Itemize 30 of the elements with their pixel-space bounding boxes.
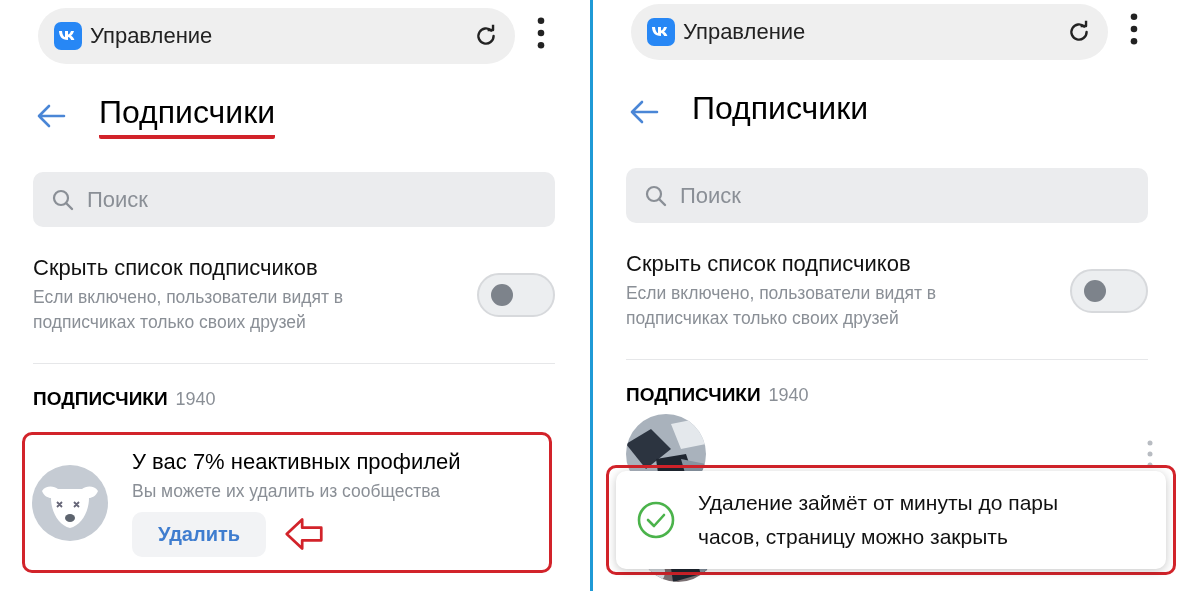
section-label: ПОДПИСЧИКИ	[626, 384, 761, 406]
address-bar[interactable]: Управление	[38, 7, 515, 64]
address-bar[interactable]: Управление	[631, 3, 1108, 60]
setting-title: Скрыть список подписчиков	[626, 251, 912, 277]
search-icon	[51, 187, 75, 212]
back-arrow-icon[interactable]	[629, 100, 659, 124]
setting-description: Если включено, пользователи видят в подписчиках только своих друзей	[626, 282, 938, 330]
subscriber-count: 1940	[175, 389, 216, 410]
banner-title: У вас 7% неактивных профилей	[132, 448, 461, 475]
vk-logo-icon	[647, 17, 675, 46]
delete-button[interactable]: Удалить	[132, 511, 266, 557]
subscriber-count: 1940	[768, 385, 809, 406]
vk-logo-icon	[54, 21, 82, 50]
page-title: Подписчики	[99, 93, 276, 139]
section-label: ПОДПИСЧИКИ	[33, 388, 168, 410]
banner-subtitle: Вы можете их удалить из сообщества	[132, 480, 442, 502]
page-title: Подписчики	[692, 89, 869, 128]
more-icon[interactable]	[1130, 13, 1138, 45]
toggle-switch[interactable]	[1070, 269, 1148, 313]
toggle-switch[interactable]	[477, 273, 555, 317]
dog-avatar-icon	[32, 464, 108, 541]
setting-description: Если включено, пользователи видят в подписчиках только своих друзей	[33, 286, 345, 334]
app-title: Управление	[90, 22, 214, 49]
check-circle-icon	[636, 500, 676, 540]
app-title: Управление	[683, 18, 807, 45]
more-icon[interactable]	[537, 17, 545, 49]
setting-title: Скрыть список подписчиков	[33, 255, 319, 281]
toast-message: Удаление займёт от минуты до пары часов, страницу можно закрыть	[698, 490, 1060, 550]
back-arrow-icon[interactable]	[36, 104, 66, 128]
search-icon	[644, 183, 668, 208]
